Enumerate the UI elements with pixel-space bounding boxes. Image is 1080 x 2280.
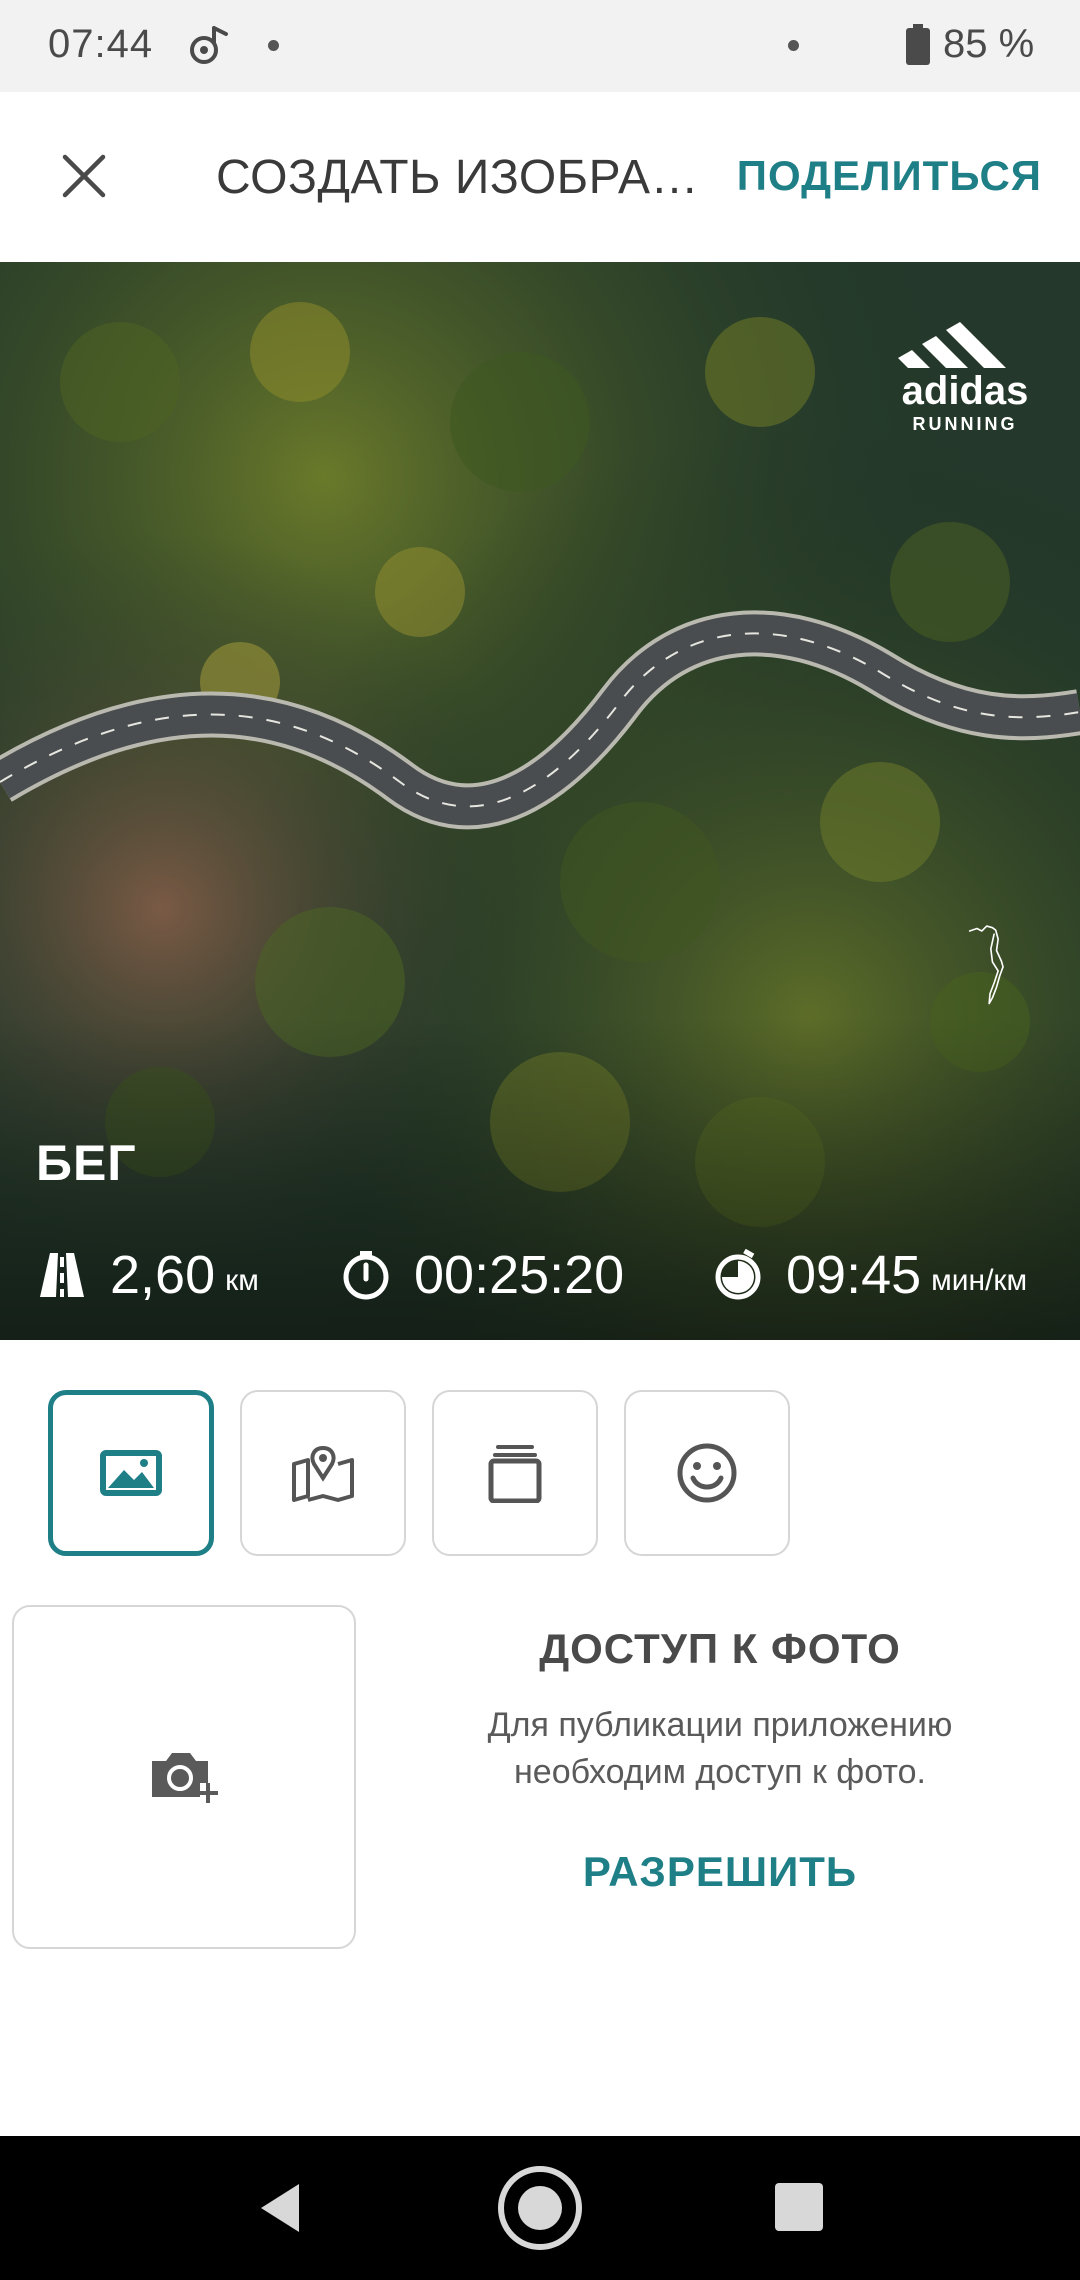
back-icon[interactable] <box>255 2180 305 2236</box>
notification-dot <box>788 40 799 51</box>
distance-unit: км <box>225 1264 259 1297</box>
pace-unit: мин/км <box>931 1264 1028 1297</box>
image-icon <box>100 1450 162 1496</box>
brand-name: adidas <box>902 369 1029 413</box>
distance-value: 2,60 <box>110 1245 216 1305</box>
battery-percentage: 85 % <box>943 22 1035 66</box>
close-icon <box>62 154 106 198</box>
add-photo-button[interactable] <box>12 1605 356 1949</box>
home-icon[interactable] <box>496 2164 584 2252</box>
duration-value: 00:25:20 <box>414 1245 625 1305</box>
tab-stickers[interactable] <box>624 1390 790 1556</box>
pace-stat: 09:45 мин/км <box>712 1240 1027 1310</box>
system-nav-bar <box>0 2136 1080 2280</box>
status-time: 07:44 <box>48 22 154 66</box>
layers-icon <box>488 1445 542 1503</box>
route-trace <box>968 925 1004 1005</box>
photo-access-line-1: Для публикации приложению <box>487 1706 953 1744</box>
music-note-icon <box>190 26 228 64</box>
photo-access-description: Для публикации приложению необходим дост… <box>420 1702 1020 1796</box>
tab-layers[interactable] <box>432 1390 598 1556</box>
activity-type: БЕГ <box>36 1135 137 1191</box>
adidas-running-logo: adidas RUNNING <box>898 322 1029 434</box>
battery-icon <box>906 24 930 65</box>
pace-value: 09:45 <box>786 1245 922 1305</box>
share-image-preview: adidas RUNNING БЕГ 2,60 км 00:25:20 09:4… <box>0 262 1080 1340</box>
stopwatch-icon <box>343 1251 389 1300</box>
smiley-icon <box>677 1443 737 1503</box>
status-bar: 07:44 85 % <box>0 0 1080 92</box>
add-photo-camera-icon <box>152 1753 218 1803</box>
app-bar: СОЗДАТЬ ИЗОБРАЖ… ПОДЕЛИТЬСЯ <box>0 92 1080 262</box>
allow-access-button[interactable]: РАЗРЕШИТЬ <box>380 1848 1060 1896</box>
page-title: СОЗДАТЬ ИЗОБРАЖ… <box>216 151 716 204</box>
tab-image[interactable] <box>48 1390 214 1556</box>
brand-sub: RUNNING <box>913 414 1018 434</box>
road-icon <box>40 1253 84 1297</box>
share-button[interactable]: ПОДЕЛИТЬСЯ <box>737 152 1042 200</box>
photo-access-line-2: необходим доступ к фото. <box>514 1753 926 1791</box>
recents-icon[interactable] <box>775 2183 823 2231</box>
photo-access-title: ДОСТУП К ФОТО <box>539 1625 901 1672</box>
notification-dot <box>268 40 279 51</box>
tab-map[interactable] <box>240 1390 406 1556</box>
close-button[interactable] <box>40 132 128 220</box>
pace-icon <box>715 1249 761 1300</box>
duration-stat: 00:25:20 <box>340 1240 624 1310</box>
map-icon <box>292 1445 354 1502</box>
distance-stat: 2,60 км <box>36 1240 259 1310</box>
